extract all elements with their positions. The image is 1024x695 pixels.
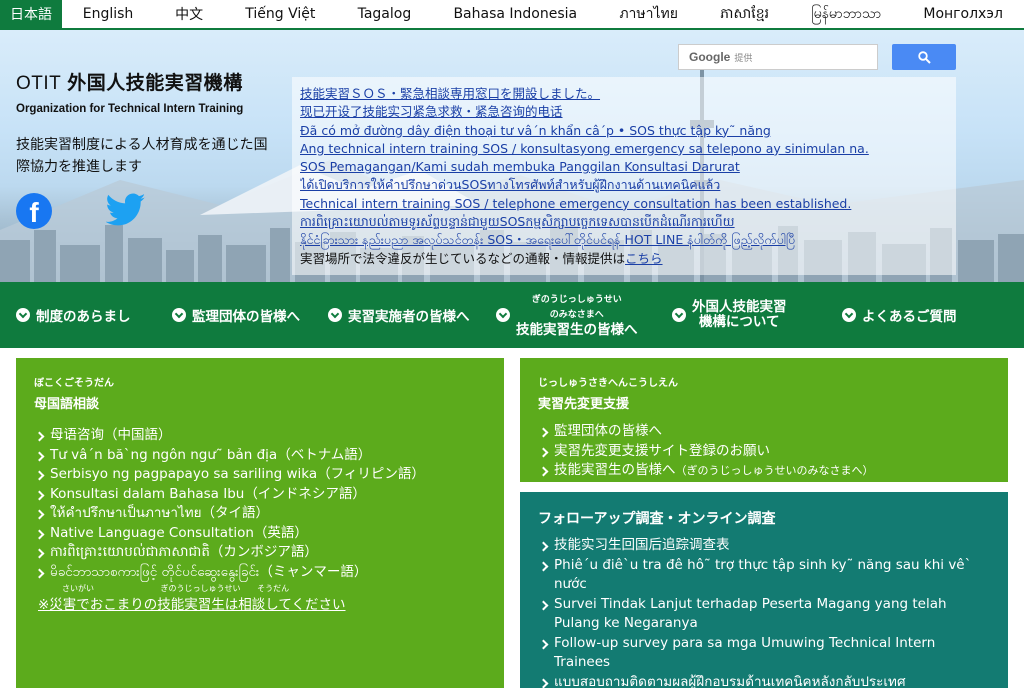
notice-link-ja[interactable]: 技能実習ＳＯＳ・緊急相談専用窓口を開設しました。 [300, 85, 948, 103]
nav-about-otit[interactable]: 外国人技能実習 機構について [672, 282, 787, 348]
lang-tagalog[interactable]: Tagalog [337, 0, 433, 28]
search-input[interactable]: Google 提供 [678, 44, 878, 70]
follow-up-survey-list: 技能实习生回国后追踪调查表 Phiê´u điê`u tra đê hô˜ tr… [538, 536, 990, 692]
nav-label: 機構について [698, 314, 780, 330]
list-item[interactable]: 技能实习生回国后追踪调查表 [538, 536, 990, 556]
lang-myanmar[interactable]: မြန်မာဘာသာ [790, 0, 902, 28]
lang-thai[interactable]: ภาษาไทย [598, 0, 699, 28]
placement-change-panel: じっしゅうさきへんこうしえん 実習先変更支援 監理団体の皆様へ 実習先変更支援サ… [520, 358, 1008, 482]
disaster-consultation-link[interactable]: ※災害でおこまりの技能実習生は相談してください [38, 593, 486, 613]
notice-link-tl[interactable]: Ang technical intern training SOS / kons… [300, 140, 948, 158]
notice-box: 技能実習ＳＯＳ・緊急相談専用窓口を開設しました。 现已开设了技能实习紧急求救・紧… [292, 77, 956, 275]
list-item[interactable]: Tư vâ´n bă`ng ngôn ngư˜ bản địa（ベトナム語） [34, 446, 486, 466]
facebook-icon[interactable]: f [16, 193, 52, 229]
chevron-down-icon [496, 308, 510, 322]
search-provider-label: 提供 [734, 53, 753, 64]
chevron-down-icon [842, 308, 856, 322]
list-item[interactable]: 母语咨询（中国語） [34, 426, 486, 446]
report-line: 実習場所で法令違反が生じているなどの通報・情報提供はこちら [300, 250, 948, 268]
brand-name-en: Organization for Technical Intern Traini… [16, 103, 244, 115]
nav-label: 制度のあらまし [36, 309, 131, 325]
follow-up-survey-panel: フォローアップ調査・オンライン調査 技能实习生回国后追踪调查表 Phiê´u đ… [520, 492, 1008, 690]
nav-label-block: ぎのうじっしゅうせい のみなさまへ 技能実習生の皆様へ [516, 293, 638, 338]
notice-link-th[interactable]: ได้เปิดบริการให้คำปรึกษาด่วนSOSทางโทรศัพ… [300, 176, 948, 194]
twitter-icon[interactable] [106, 192, 146, 228]
nav-label: 技能実習生の皆様へ [516, 321, 638, 338]
panel-ruby: じっしゅうさきへんこうしえん [538, 378, 678, 389]
list-item[interactable]: Phiê´u điê`u tra đê hô˜ trợ thực tập sin… [538, 556, 990, 595]
list-item[interactable]: แบบสอบถามติดตามผลผู้ฝึกอบรมด้านเทคนิคหลั… [538, 673, 990, 693]
nav-label: よくあるご質問 [862, 309, 957, 325]
chevron-down-icon [672, 308, 686, 322]
lang-japanese[interactable]: 日本語 [0, 0, 62, 28]
list-item[interactable]: မိခင်ဘာသာစကားဖြင့် တိုင်ပင်ဆွေးနွေးခြင်း… [34, 563, 486, 583]
list-item[interactable]: Konsultasi dalam Bahasa Ibu（インドネシア語） [34, 485, 486, 505]
list-item[interactable]: ให้คำปรึกษาเป็นภาษาไทย（タイ語） [34, 504, 486, 524]
chevron-down-icon [172, 308, 186, 322]
panel-title: フォローアップ調査・オンライン調査 [538, 511, 776, 527]
lang-mongolian[interactable]: Монголхэл [902, 0, 1024, 28]
nav-label: 監理団体の皆様へ [192, 309, 300, 325]
list-item-label: 技能実習生の皆様へ [554, 462, 676, 478]
nav-supervising-orgs[interactable]: 監理団体の皆様へ [172, 282, 300, 348]
list-item[interactable]: 実習先変更支援サイト登録のお願い [538, 442, 990, 462]
native-language-panel: ぼこくごそうだん 母国語相談 母语咨询（中国語） Tư vâ´n bă`ng n… [16, 358, 504, 688]
ruby-text: さいがい [62, 584, 94, 593]
google-logo: Google [689, 50, 731, 64]
report-link[interactable]: こちら [625, 251, 663, 266]
search-icon [917, 50, 931, 64]
search-button[interactable] [892, 44, 956, 70]
nav-label: 外国人技能実習 [692, 299, 787, 315]
lang-vietnamese[interactable]: Tiếng Việt [224, 0, 336, 28]
notice-link-id[interactable]: SOS Pemagangan/Kami sudah membuka Panggi… [300, 158, 948, 176]
nav-trainees[interactable]: ぎのうじっしゅうせい のみなさまへ 技能実習生の皆様へ [496, 282, 638, 348]
lang-english[interactable]: English [62, 0, 154, 28]
list-item[interactable]: Survei Tindak Lanjut terhadap Peserta Ma… [538, 595, 990, 634]
nav-label: 実習実施者の皆様へ [348, 309, 470, 325]
hero-banner: OTIT 外国人技能実習機構 Organization for Technical… [0, 30, 1024, 282]
tagline: 技能実習制度による人材育成を通じた国際協力を推進します [16, 137, 268, 175]
list-item[interactable]: Serbisyo ng pagpapayo sa sariling wika（フ… [34, 465, 486, 485]
lang-chinese[interactable]: 中文 [154, 0, 224, 28]
lang-indonesian[interactable]: Bahasa Indonesia [432, 0, 598, 28]
report-text: 実習場所で法令違反が生じているなどの通報・情報提供は [300, 250, 626, 266]
ruby-text: そうだん [257, 584, 290, 593]
nav-faq[interactable]: よくあるご質問 [842, 282, 957, 348]
brand-name-jp: 外国人技能実習機構 [67, 73, 243, 94]
nav-implementers[interactable]: 実習実施者の皆様へ [328, 282, 470, 348]
list-item-note: （ぎのうじっしゅうせいのみなさまへ） [675, 464, 874, 477]
main-nav: 制度のあらまし 監理団体の皆様へ 実習実施者の皆様へ ぎのうじっしゅうせい のみ… [0, 282, 1024, 348]
chevron-down-icon [328, 308, 342, 322]
list-item[interactable]: 技能実習生の皆様へ（ぎのうじっしゅうせいのみなさまへ） [538, 461, 990, 481]
ruby-text: ぎのうじっしゅうせい [160, 584, 241, 593]
brand-title[interactable]: OTIT 外国人技能実習機構 [16, 68, 243, 95]
nav-system-overview[interactable]: 制度のあらまし [16, 282, 131, 348]
nav-ruby: のみなさまへ [549, 309, 604, 320]
panel-ruby: ぼこくごそうだん [34, 378, 114, 389]
panel-title: 実習先変更支援 [538, 397, 630, 412]
notice-link-km[interactable]: ការពិគ្រោះយោបល់តាមទូរស័ព្ទបន្ទាន់ជាមួយSO… [300, 213, 948, 231]
native-language-list: 母语咨询（中国語） Tư vâ´n bă`ng ngôn ngư˜ bản đị… [34, 426, 486, 582]
notice-link-zh[interactable]: 现已开设了技能实习紧急求救・紧急咨询的电话 [300, 103, 948, 121]
lang-khmer[interactable]: ភាសាខ្មែរ [699, 0, 790, 28]
placement-change-list: 監理団体の皆様へ 実習先変更支援サイト登録のお願い 技能実習生の皆様へ（ぎのうじ… [538, 422, 990, 481]
chevron-down-icon [16, 308, 30, 322]
brand-abbr: OTIT [16, 73, 62, 94]
list-item[interactable]: Native Language Consultation（英語） [34, 524, 486, 544]
nav-ruby: ぎのうじっしゅうせい [531, 294, 622, 305]
list-item[interactable]: Follow-up survey para sa mga Umuwing Tec… [538, 634, 990, 673]
panel-title: 母国語相談 [34, 397, 100, 412]
list-item[interactable]: ការពិគ្រោះយោបល់ជាភាសាជាតិ（カンボジア語） [34, 543, 486, 563]
disaster-ruby-row: さいがい ぎのうじっしゅうせい そうだん [62, 584, 486, 593]
brand-block: OTIT 外国人技能実習機構 Organization for Technical… [16, 68, 243, 115]
list-item[interactable]: 監理団体の皆様へ [538, 422, 990, 442]
notice-link-vi[interactable]: Đã có mở đường dây điện thoại tư vâ´n kh… [300, 122, 948, 140]
notice-link-en[interactable]: Technical intern training SOS / telephon… [300, 195, 948, 213]
nav-label-block: 外国人技能実習 機構について [692, 300, 787, 330]
notice-link-my[interactable]: နိုင်ငံခြားသား နည်းပညာ အလုပ်သင်တန်း SOS・… [300, 231, 948, 249]
language-bar: 日本語 English 中文 Tiếng Việt Tagalog Bahasa… [0, 0, 1024, 30]
